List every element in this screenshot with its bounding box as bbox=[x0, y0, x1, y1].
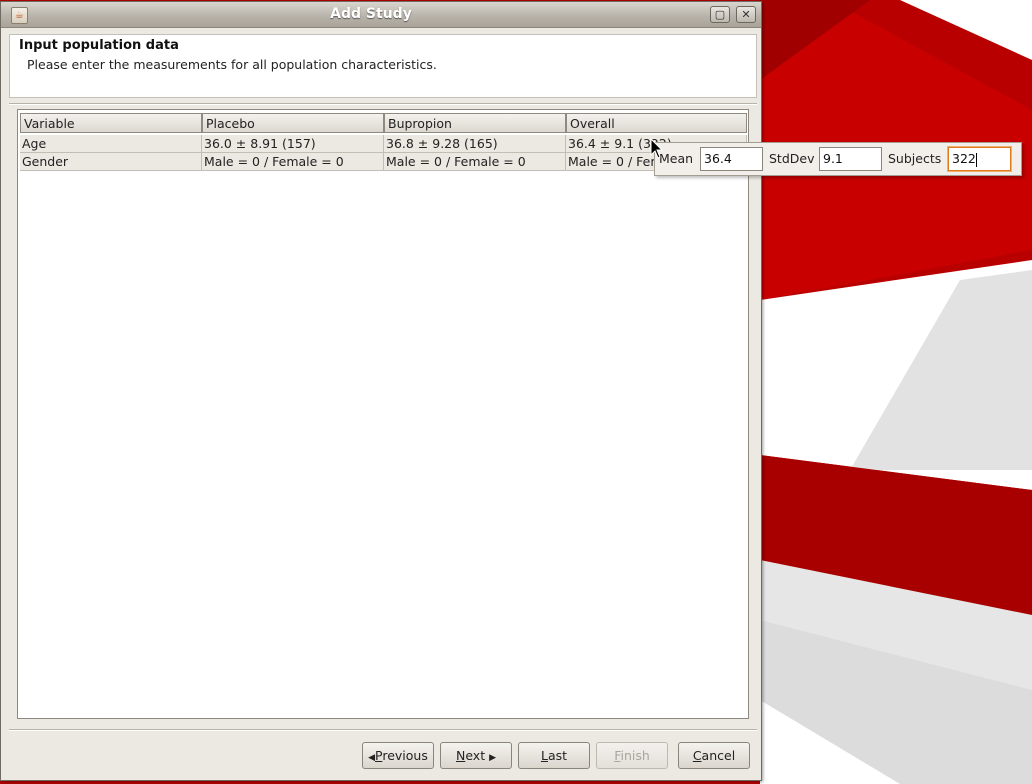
stddev-field[interactable]: 9.1 bbox=[819, 147, 882, 171]
stddev-label: StdDev bbox=[769, 151, 815, 166]
column-header-placebo[interactable]: Placebo bbox=[202, 113, 384, 133]
text-caret bbox=[975, 152, 977, 167]
measurement-editor-popup: Mean 36.4 StdDev 9.1 Subjects 322 bbox=[654, 142, 1022, 176]
column-header-bupropion[interactable]: Bupropion bbox=[384, 113, 566, 133]
wizard-header: Input population data Please enter the m… bbox=[9, 34, 757, 98]
divider bbox=[9, 103, 757, 105]
close-icon[interactable]: ✕ bbox=[736, 6, 756, 23]
last-button[interactable]: Last bbox=[518, 742, 590, 769]
subjects-label: Subjects bbox=[888, 151, 942, 166]
arrow-right-icon: ▶ bbox=[489, 753, 497, 763]
mean-label: Mean bbox=[659, 151, 694, 166]
step-title: Input population data bbox=[19, 38, 179, 53]
table-cell[interactable]: Male = 0 / Female = 0 bbox=[202, 153, 384, 171]
divider bbox=[9, 729, 757, 731]
cancel-button[interactable]: Cancel bbox=[678, 742, 750, 769]
next-button[interactable]: Next ▶ bbox=[440, 742, 512, 769]
column-header-overall[interactable]: Overall bbox=[566, 113, 747, 133]
table-cell[interactable]: 36.8 ± 9.28 (165) bbox=[384, 135, 566, 153]
title-bar[interactable]: ☕ Add Study ▢ ✕ bbox=[1, 2, 761, 28]
maximize-icon[interactable]: ▢ bbox=[710, 6, 730, 23]
add-study-dialog: ☕ Add Study ▢ ✕ Input population data Pl… bbox=[0, 1, 762, 781]
mean-field[interactable]: 36.4 bbox=[700, 147, 763, 171]
mouse-cursor-icon bbox=[650, 138, 664, 159]
arrow-left-icon: ◀ bbox=[368, 753, 376, 763]
subjects-field[interactable]: 322 bbox=[948, 147, 1011, 171]
table-cell[interactable]: Age bbox=[20, 135, 202, 153]
table-cell[interactable]: Gender bbox=[20, 153, 202, 171]
population-table: Variable Placebo Bupropion Overall Age 3… bbox=[17, 109, 749, 719]
table-cell[interactable]: Male = 0 / Female = 0 bbox=[384, 153, 566, 171]
step-description: Please enter the measurements for all po… bbox=[27, 57, 437, 72]
previous-button[interactable]: ◀Previous bbox=[362, 742, 434, 769]
column-header-variable[interactable]: Variable bbox=[20, 113, 202, 133]
table-cell[interactable]: 36.0 ± 8.91 (157) bbox=[202, 135, 384, 153]
window-title: Add Study bbox=[330, 6, 412, 22]
finish-button[interactable]: Finish bbox=[596, 742, 668, 769]
